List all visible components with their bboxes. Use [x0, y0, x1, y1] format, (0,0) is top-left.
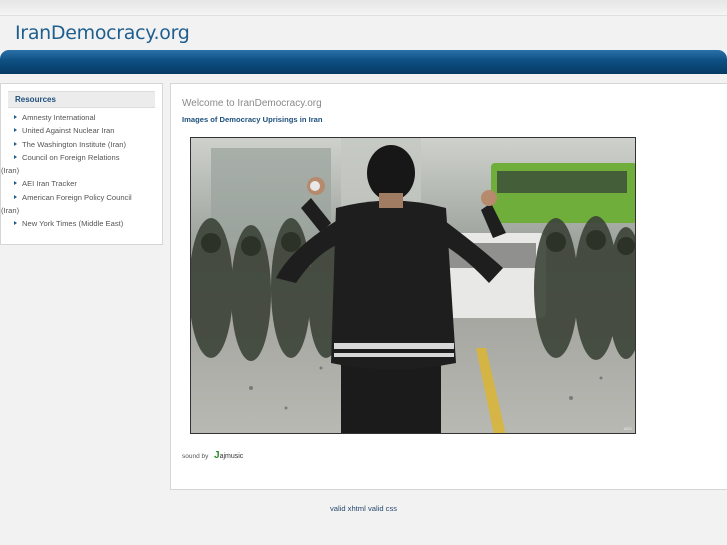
- resource-link-label[interactable]: New York Times (Middle East): [14, 219, 123, 228]
- sound-provider-name: ajmusic: [219, 453, 244, 460]
- protest-photo: AED: [190, 137, 636, 434]
- valid-xhtml-link[interactable]: valid xhtml: [330, 504, 366, 513]
- resource-link-afpc[interactable]: American Foreign Policy Council (Iran): [1, 191, 154, 218]
- resource-link-nyt[interactable]: New York Times (Middle East): [14, 217, 154, 230]
- top-strip: [0, 0, 727, 16]
- resource-links: Amnesty International United Against Nuc…: [1, 108, 162, 231]
- resource-link-label[interactable]: The Washington Institute (Iran): [14, 140, 126, 149]
- resource-link-label[interactable]: United Against Nuclear Iran: [14, 126, 114, 135]
- resource-link-label-cont[interactable]: (Iran): [1, 204, 154, 217]
- gallery-heading: Images of Democracy Uprisings in Iran: [182, 115, 323, 124]
- sidebar: Resources Amnesty International United A…: [0, 83, 163, 245]
- resource-link-label[interactable]: Amnesty International: [14, 113, 95, 122]
- welcome-heading: Welcome to IranDemocracy.org: [182, 98, 322, 109]
- bullet-arrow-icon: [14, 141, 17, 146]
- main-content: Welcome to IranDemocracy.org Images of D…: [170, 83, 727, 490]
- sound-provider-logo[interactable]: Jajmusic: [214, 450, 243, 461]
- valid-css-link[interactable]: valid css: [368, 504, 397, 513]
- bullet-arrow-icon: [14, 194, 17, 199]
- footer-links: valid xhtml valid css: [0, 504, 727, 513]
- sound-by-label: sound by: [182, 453, 209, 460]
- bullet-arrow-icon: [14, 181, 17, 186]
- resource-link-cfr[interactable]: Council on Foreign Relations (Iran): [1, 151, 154, 178]
- bullet-arrow-icon: [14, 128, 17, 133]
- resource-link-label-cont[interactable]: (Iran): [1, 164, 154, 177]
- resource-link-uani[interactable]: United Against Nuclear Iran: [14, 124, 154, 137]
- bullet-arrow-icon: [14, 115, 17, 119]
- bullet-arrow-icon: [14, 154, 17, 159]
- site-title[interactable]: IranDemocracy.org: [15, 22, 190, 44]
- resource-link-amnesty[interactable]: Amnesty International: [14, 111, 154, 124]
- sidebar-heading: Resources: [8, 91, 155, 108]
- resource-link-label[interactable]: American Foreign Policy Council: [14, 193, 132, 202]
- nav-bar: [0, 50, 727, 74]
- photo-credit: AED: [623, 426, 632, 431]
- resource-link-label[interactable]: Council on Foreign Relations: [14, 153, 120, 162]
- resource-link-aei[interactable]: AEI Iran Tracker: [14, 177, 154, 190]
- resource-link-label[interactable]: AEI Iran Tracker: [14, 179, 77, 188]
- resource-link-washington-institute[interactable]: The Washington Institute (Iran): [14, 138, 154, 151]
- protest-photo-image: [191, 138, 635, 433]
- bullet-arrow-icon: [14, 221, 17, 226]
